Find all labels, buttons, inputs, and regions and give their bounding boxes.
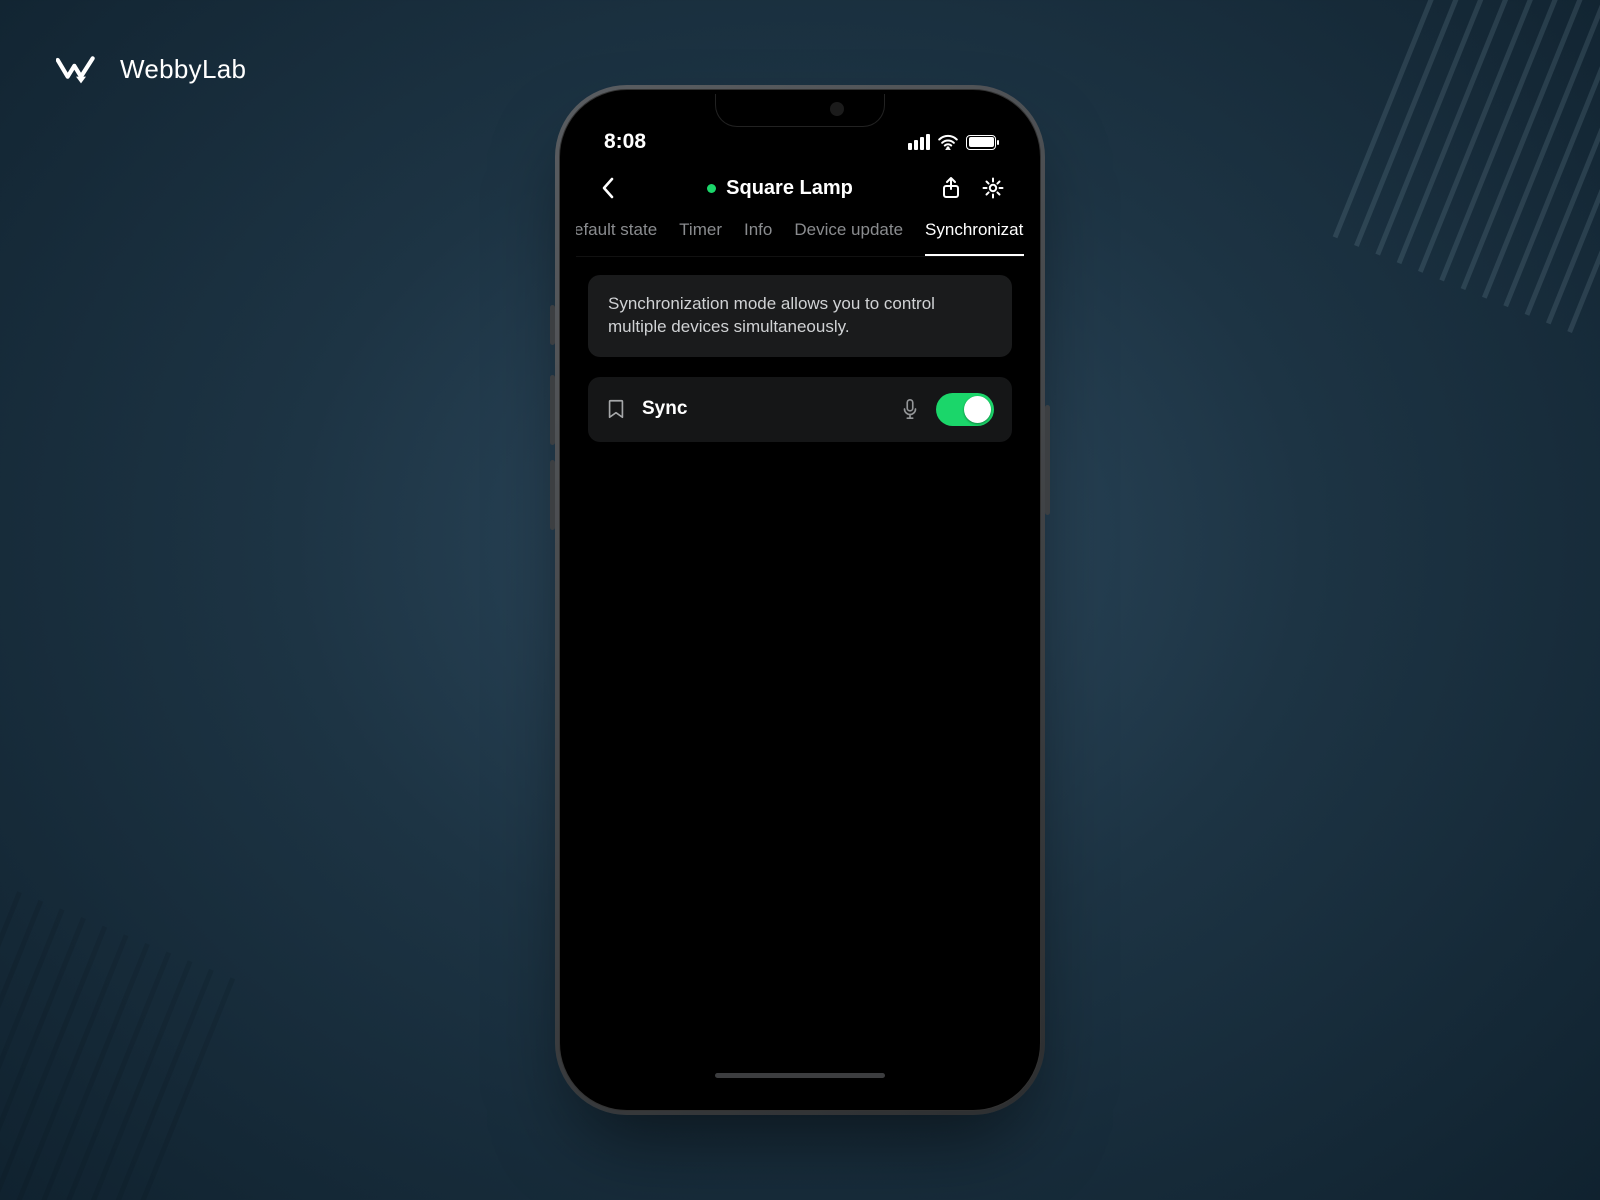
webbylab-logo-icon [56,55,106,85]
sync-label: Sync [642,398,884,420]
toggle-knob [964,396,991,423]
status-time: 8:08 [604,130,646,154]
tab-bar: efault state Timer Info Device update Sy… [576,212,1024,257]
app-screen: 8:08 [576,108,1024,1088]
tab-timer[interactable]: Timer [679,220,722,256]
tab-synchronization[interactable]: Synchronization [925,220,1024,256]
page-title: Square Lamp [707,177,853,200]
back-button[interactable] [594,174,622,202]
decorative-stripes-bottom-left [0,891,235,1200]
battery-icon [966,135,996,150]
phone-mute-switch [550,305,555,345]
phone-notch [715,94,885,127]
chevron-left-icon [601,177,615,199]
nav-bar: Square Lamp [576,162,1024,212]
gear-icon [981,176,1005,200]
cellular-signal-icon [908,134,930,150]
phone-mockup-frame: 8:08 [555,85,1045,1115]
sync-row: Sync [588,377,1012,442]
phone-volume-up [550,375,555,445]
device-name: Square Lamp [726,177,853,200]
decorative-stripes-top-right [1333,0,1600,333]
info-card-text: Synchronization mode allows you to contr… [608,294,935,336]
bookmark-icon [606,398,626,420]
synchronization-info-card: Synchronization mode allows you to contr… [588,275,1012,357]
phone-power-button [1045,405,1050,515]
share-icon [941,176,961,200]
device-online-status-dot [707,184,716,193]
tab-device-update[interactable]: Device update [794,220,903,256]
settings-button[interactable] [980,175,1006,201]
microphone-icon[interactable] [900,398,920,420]
phone-volume-down [550,460,555,530]
webbylab-logo-text: WebbyLab [120,54,246,85]
webbylab-watermark: WebbyLab [56,54,246,85]
sync-toggle[interactable] [936,393,994,426]
home-indicator [715,1073,885,1078]
wifi-icon [938,134,958,150]
share-button[interactable] [938,175,964,201]
tab-default-state[interactable]: efault state [576,220,657,256]
content-area: Synchronization mode allows you to contr… [576,257,1024,460]
tab-info[interactable]: Info [744,220,772,256]
